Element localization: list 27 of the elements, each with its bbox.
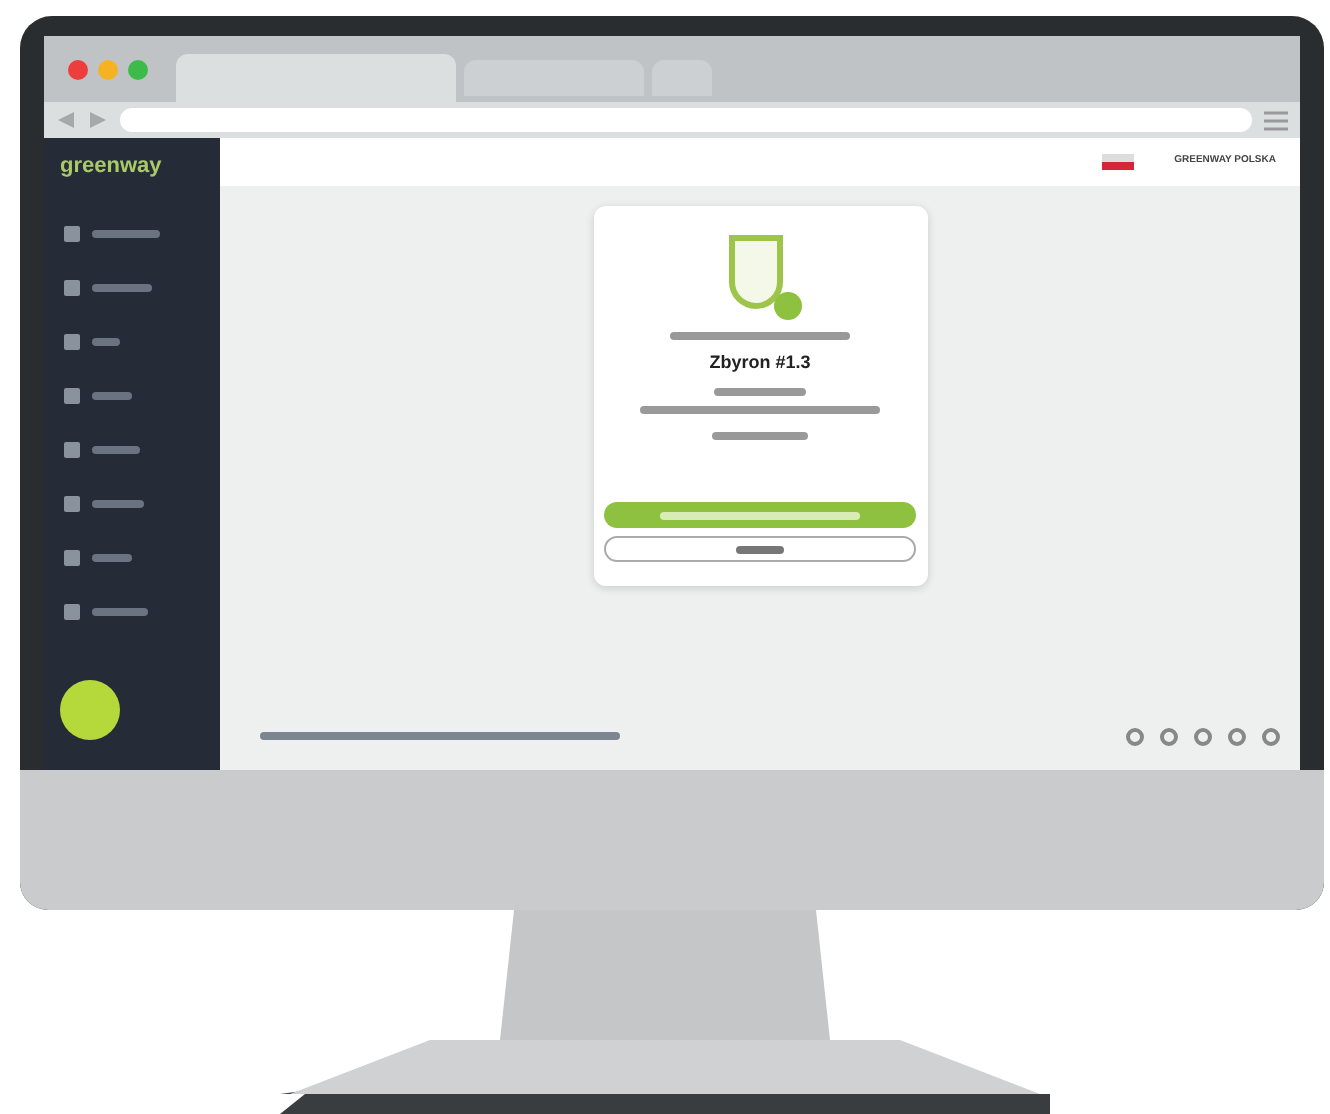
square-icon bbox=[64, 604, 80, 620]
forward-icon[interactable] bbox=[88, 110, 108, 130]
square-icon bbox=[64, 442, 80, 458]
text-line-drawing bbox=[92, 554, 132, 562]
text-line-drawing bbox=[92, 284, 152, 292]
text-line-drawing bbox=[92, 338, 120, 346]
square-icon bbox=[64, 226, 80, 242]
flag-icon bbox=[1102, 154, 1135, 170]
square-icon bbox=[64, 496, 80, 512]
square-icon bbox=[64, 334, 80, 350]
back-icon[interactable] bbox=[56, 110, 76, 130]
square-icon bbox=[64, 280, 80, 296]
text-line-drawing bbox=[92, 446, 140, 454]
text-line-drawing bbox=[92, 392, 132, 400]
floating-action-button[interactable] bbox=[60, 680, 120, 740]
address-field[interactable] bbox=[120, 108, 1252, 132]
text-line-drawing bbox=[92, 608, 148, 616]
card-title: Zbyron #1.3 bbox=[709, 350, 811, 376]
logo: greenway bbox=[58, 152, 164, 182]
text-line-drawing bbox=[712, 431, 808, 439]
square-icon bbox=[64, 550, 80, 566]
square-icon bbox=[64, 388, 80, 404]
secondary-button[interactable] bbox=[604, 536, 916, 562]
text-line-drawing bbox=[92, 230, 160, 238]
text-line-drawing bbox=[714, 387, 806, 395]
menu-icon[interactable] bbox=[1264, 109, 1288, 131]
text-line-drawing bbox=[92, 500, 144, 508]
